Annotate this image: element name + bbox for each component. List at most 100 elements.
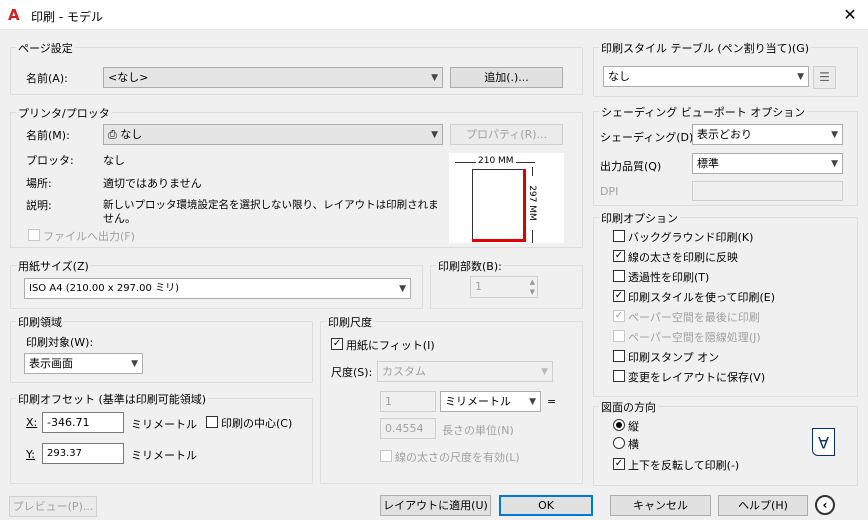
plot-option-row[interactable]: 透過性を印刷(T) xyxy=(611,268,851,286)
chevron-down-icon: ▼ xyxy=(541,367,548,377)
chevron-down-icon: ▼ xyxy=(399,284,406,294)
landscape-radio[interactable] xyxy=(613,437,625,449)
plot-option-row[interactable]: バックグラウンド印刷(K) xyxy=(611,228,851,246)
apply-to-layout-button[interactable]: レイアウトに適用(U) xyxy=(380,495,491,516)
page-setup-title: ページ設定 xyxy=(16,40,75,56)
chevron-down-icon: ▼ xyxy=(797,72,804,82)
page-setup-name-select[interactable]: <なし> ▼ xyxy=(103,67,443,88)
plot-what-value: 表示画面 xyxy=(29,357,73,370)
plot-option-label: バックグラウンド印刷(K) xyxy=(628,231,754,244)
plot-option-row[interactable]: ペーパー空間を隠線処理(J) xyxy=(611,328,851,346)
plot-option-checkbox[interactable] xyxy=(613,230,625,242)
page-setup-name-value: <なし> xyxy=(108,71,149,84)
plot-option-label: 透過性を印刷(T) xyxy=(628,271,710,284)
plotter-label: プロッタ: xyxy=(26,154,74,167)
edit-plot-style-icon[interactable]: ☰ xyxy=(813,66,836,89)
dpi-input[interactable] xyxy=(692,181,843,201)
where-value: 適切ではありません xyxy=(103,177,202,190)
equals-sign: = xyxy=(547,395,557,408)
fit-to-paper-checkbox[interactable]: ✓ xyxy=(331,338,343,350)
preview-button[interactable]: プレビュー(P)... xyxy=(9,496,97,517)
collapse-options-icon[interactable]: ‹ xyxy=(815,495,835,515)
paper-edge-right xyxy=(523,169,526,242)
plot-option-checkbox[interactable] xyxy=(613,370,625,382)
plot-offset-group xyxy=(10,398,313,484)
window-title: 印刷 - モデル xyxy=(31,10,103,24)
plotter-value: なし xyxy=(103,154,125,167)
printer-name-label: 名前(M): xyxy=(26,129,70,142)
plot-option-checkbox[interactable]: ✓ xyxy=(613,290,625,302)
plot-options-title: 印刷オプション xyxy=(599,210,680,226)
plot-option-checkbox[interactable] xyxy=(613,350,625,362)
paper-size-select[interactable]: ISO A4 (210.00 x 297.00 ミリ) ▼ xyxy=(24,278,411,299)
plot-option-row[interactable]: ✓ ペーパー空間を最後に印刷 xyxy=(611,308,851,326)
chevron-down-icon: ▼ xyxy=(831,130,838,140)
paper-size-title: 用紙サイズ(Z) xyxy=(16,258,91,274)
print-to-file-checkbox[interactable] xyxy=(28,229,40,241)
plot-option-label: 印刷スタイルを使って印刷(E) xyxy=(628,291,775,304)
upside-down-label: 上下を反転して印刷(-) xyxy=(628,459,740,472)
offset-y-label: Y: xyxy=(26,448,35,461)
page-setup-name-label: 名前(A): xyxy=(26,72,68,85)
portrait-label: 縦 xyxy=(628,420,639,433)
orientation-title: 図面の方向 xyxy=(599,399,658,415)
scale-length-input[interactable]: 0.4554 xyxy=(380,418,436,439)
plot-option-row[interactable]: 変更をレイアウトに保存(V) xyxy=(611,368,851,386)
plot-option-label: 印刷スタンプ オン xyxy=(628,351,720,364)
offset-x-input[interactable]: -346.71 xyxy=(42,412,124,433)
plot-option-row[interactable]: ✓ 線の太さを印刷に反映 xyxy=(611,248,851,266)
paper-preview: 210 MM 297 MM xyxy=(449,153,564,243)
plot-option-label: 変更をレイアウトに保存(V) xyxy=(628,371,766,384)
where-label: 場所: xyxy=(26,177,52,190)
upside-down-checkbox[interactable]: ✓ xyxy=(613,458,625,470)
plot-style-title: 印刷スタイル テーブル (ペン割り当て)(G) xyxy=(599,40,812,56)
plot-option-checkbox[interactable]: ✓ xyxy=(613,310,625,322)
plot-option-checkbox[interactable] xyxy=(613,270,625,282)
title-bar: A 印刷 - モデル ✕ xyxy=(0,0,868,30)
scale-select[interactable]: カスタム ▼ xyxy=(377,361,553,382)
portrait-radio[interactable] xyxy=(613,419,625,431)
printer-name-value: なし xyxy=(120,128,143,141)
shaded-viewport-title: シェーディング ビューポート オプション xyxy=(599,104,808,120)
plot-style-select[interactable]: なし ▼ xyxy=(603,66,809,87)
plot-option-label: 線の太さを印刷に反映 xyxy=(628,251,738,264)
scale-units-input[interactable]: 1 xyxy=(380,391,436,412)
plot-what-select[interactable]: 表示画面 ▼ xyxy=(24,353,143,374)
chevron-down-icon: ▼ xyxy=(431,130,438,140)
shade-plot-select[interactable]: 表示どおり ▼ xyxy=(692,124,843,145)
ok-button[interactable]: OK xyxy=(499,495,593,516)
copies-stepper[interactable]: 1 ▲ ▼ xyxy=(470,276,538,298)
radio-dot xyxy=(616,422,622,428)
center-plot-checkbox[interactable] xyxy=(206,416,218,428)
plot-option-checkbox[interactable]: ✓ xyxy=(613,250,625,262)
offset-y-unit: ミリメートル xyxy=(131,449,197,462)
scale-lineweights-checkbox[interactable] xyxy=(380,450,392,462)
help-button[interactable]: ヘルプ(H) xyxy=(718,495,808,516)
chevron-down-icon: ▼ xyxy=(831,159,838,169)
plot-option-checkbox[interactable] xyxy=(613,330,625,342)
autocad-logo-icon: A xyxy=(8,6,20,24)
quality-select[interactable]: 標準 ▼ xyxy=(692,153,843,174)
print-to-file-label: ファイルへ出力(F) xyxy=(43,230,135,243)
shade-plot-label: シェーディング(D) xyxy=(600,131,694,144)
preview-width-label: 210 MM xyxy=(476,156,516,166)
description-line-2: せん。 xyxy=(103,212,136,225)
spinner-arrows-icon: ▲ ▼ xyxy=(529,278,535,296)
cancel-button[interactable]: キャンセル xyxy=(610,495,711,516)
plot-option-row[interactable]: ✓ 印刷スタイルを使って印刷(E) xyxy=(611,288,851,306)
quality-label: 出力品質(Q) xyxy=(600,160,662,173)
add-page-setup-button[interactable]: 追加(.)... xyxy=(450,67,563,88)
properties-button[interactable]: プロパティ(R)... xyxy=(450,124,563,145)
scale-unit-select[interactable]: ミリメートル ▼ xyxy=(440,391,541,412)
offset-x-label: X: xyxy=(26,416,38,429)
offset-y-input[interactable]: 293.37 xyxy=(42,443,124,464)
chevron-down-icon: ▼ xyxy=(131,359,138,369)
scale-unit-value: ミリメートル xyxy=(445,395,511,408)
printer-group-title: プリンタ/プロッタ xyxy=(16,105,112,121)
center-plot-label: 印刷の中心(C) xyxy=(221,417,293,430)
close-icon[interactable]: ✕ xyxy=(838,4,862,26)
chevron-down-icon: ▼ xyxy=(529,397,536,407)
printer-name-select[interactable]: ⎙ なし ▼ xyxy=(103,124,443,145)
copies-title: 印刷部数(B): xyxy=(436,258,504,274)
plot-option-row[interactable]: 印刷スタンプ オン xyxy=(611,348,851,366)
